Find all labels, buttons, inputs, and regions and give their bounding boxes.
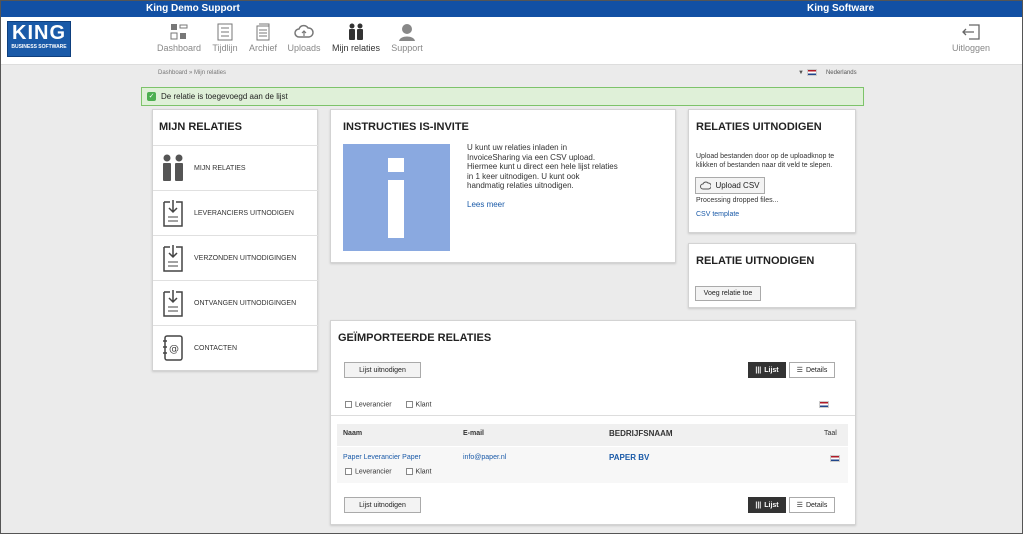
invite-list-button-top[interactable]: Lijst uitnodigen — [344, 362, 421, 378]
invite-text: Upload bestanden door op de uploadknop t… — [696, 153, 835, 169]
address-book-icon: @ — [163, 335, 183, 361]
row-leverancier-checkbox[interactable] — [345, 468, 352, 475]
instructions-text: U kunt uw relaties inladen in InvoiceSha… — [467, 143, 618, 191]
caret-down-icon: ▼ — [798, 69, 804, 76]
instructions-card: INSTRUCTIES IS-INVITE U kunt uw relaties… — [330, 109, 676, 263]
breadcrumb-current: Mijn relaties — [194, 70, 227, 76]
download-document-icon — [163, 290, 183, 317]
breadcrumb-dashboard[interactable]: Dashboard — [158, 70, 187, 76]
logout-button[interactable]: Uitloggen — [949, 21, 993, 53]
cloud-upload-icon — [700, 181, 712, 190]
dashboard-icon — [170, 24, 188, 40]
breadcrumb: Dashboard » Mijn relaties — [158, 70, 227, 76]
header: KING BUSINESS SOFTWARE Dashboard Tijdlij… — [1, 17, 1022, 65]
filter-row: Leverancier Klant — [345, 401, 432, 408]
nav-archief[interactable]: Archief — [246, 21, 280, 53]
download-document-icon — [163, 200, 183, 227]
single-invite-title: RELATIE UITNODIGEN — [696, 255, 815, 267]
table-header: Naam E-mail BEDRIJFSNAAM Taal — [337, 424, 848, 446]
lees-meer-link[interactable]: Lees meer — [467, 200, 505, 209]
language-selector[interactable]: ▼ Nederlands — [798, 69, 857, 76]
view-list-button-top[interactable]: ||| Lijst — [748, 362, 786, 378]
nav-mijn-relaties[interactable]: Mijn relaties — [329, 21, 383, 53]
dutch-flag-icon[interactable] — [819, 401, 829, 408]
sidebar-title: MIJN RELATIES — [159, 121, 242, 133]
relation-company: PAPER BV — [609, 453, 650, 462]
csv-template-link[interactable]: CSV template — [696, 211, 739, 218]
svg-text:@: @ — [169, 344, 179, 355]
king-logo[interactable]: KING BUSINESS SOFTWARE — [7, 21, 71, 57]
imported-title: GEÏMPORTEERDE RELATIES — [338, 332, 492, 344]
account-name: King Demo Support — [146, 3, 240, 14]
support-icon — [399, 24, 415, 41]
processing-text: Processing dropped files... — [696, 197, 779, 204]
relation-name-link[interactable]: Paper Leverancier Paper — [343, 454, 421, 461]
sidebar-item-contacten[interactable]: @ CONTACTEN — [153, 325, 318, 370]
view-details-button-bottom[interactable]: ☰ Details — [789, 497, 835, 513]
upload-csv-button[interactable]: Upload CSV — [695, 177, 765, 194]
add-relation-button[interactable]: Voeg relatie toe — [695, 286, 761, 301]
invite-card: RELATIES UITNODIGEN Upload bestanden doo… — [688, 109, 856, 233]
success-alert: ✓ De relatie is toegevoegd aan de lijst — [141, 87, 864, 106]
dutch-flag-icon — [806, 69, 817, 76]
nav-support[interactable]: Support — [389, 21, 425, 53]
relations-icon — [163, 154, 183, 181]
sidebar-item-leveranciers-uitnodigen[interactable]: LEVERANCIERS UITNODIGEN — [153, 190, 318, 235]
check-icon: ✓ — [147, 92, 156, 101]
menu-icon: ☰ — [796, 502, 803, 509]
vendor-name: King Software — [807, 3, 875, 14]
invite-title: RELATIES UITNODIGEN — [696, 121, 822, 133]
sidebar-item-mijn-relaties[interactable]: MIJN RELATIES — [153, 145, 318, 190]
list-view-icon: ||| — [755, 501, 762, 509]
nav-uploads[interactable]: Uploads — [285, 21, 323, 53]
relations-icon — [349, 23, 363, 40]
list-view-icon: ||| — [755, 366, 762, 374]
single-invite-card: RELATIE UITNODIGEN Voeg relatie toe — [688, 243, 856, 308]
top-bar: King Demo Support King Software — [1, 1, 1022, 17]
nav-tijdlijn[interactable]: Tijdlijn — [207, 21, 243, 53]
logout-icon — [962, 24, 980, 40]
row-klant-checkbox[interactable] — [405, 468, 413, 475]
invite-list-button-bottom[interactable]: Lijst uitnodigen — [344, 497, 421, 513]
download-document-icon — [163, 245, 183, 272]
klant-filter-checkbox[interactable] — [405, 401, 413, 408]
sidebar-item-ontvangen-uitnodigingen[interactable]: ONTVANGEN UITNODIGINGEN — [153, 280, 318, 325]
archive-icon — [256, 23, 270, 41]
info-icon — [343, 144, 450, 251]
cloud-upload-icon — [294, 24, 314, 38]
imported-relations-card: GEÏMPORTEERDE RELATIES Lijst uitnodigen … — [330, 320, 856, 525]
leverancier-filter-checkbox[interactable] — [345, 401, 352, 408]
table-row[interactable]: Paper Leverancier Paper info@paper.nl PA… — [337, 447, 848, 483]
app-window: King Demo Support King Software KING BUS… — [0, 0, 1023, 534]
sidebar-card: MIJN RELATIES MIJN RELATIES LEVERANCIERS… — [152, 109, 318, 371]
instructions-title: INSTRUCTIES IS-INVITE — [343, 121, 469, 133]
view-details-button-top[interactable]: ☰ Details — [789, 362, 835, 378]
relation-email-link[interactable]: info@paper.nl — [463, 454, 506, 461]
menu-icon: ☰ — [796, 367, 803, 374]
sidebar-item-verzonden-uitnodigingen[interactable]: VERZONDEN UITNODIGINGEN — [153, 235, 318, 280]
nav-dashboard[interactable]: Dashboard — [157, 21, 201, 53]
dutch-flag-icon — [830, 455, 840, 462]
timeline-icon — [217, 23, 233, 41]
view-list-button-bottom[interactable]: ||| Lijst — [748, 497, 786, 513]
